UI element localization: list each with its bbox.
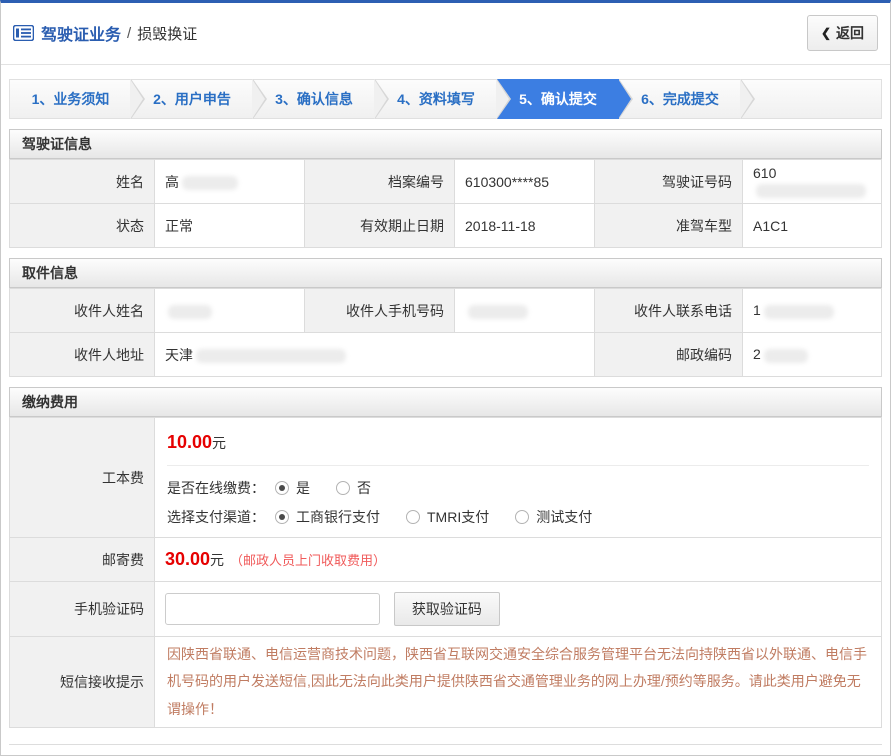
sms-code-cell: 获取验证码: [155, 582, 882, 637]
table-row: 邮寄费 30.00元 （邮政人员上门收取费用）: [10, 538, 882, 582]
production-fee-cell: 10.00元 是否在线缴费： 是 否: [155, 418, 882, 538]
sms-code-input[interactable]: [165, 593, 380, 625]
status-value: 正常: [155, 204, 305, 248]
get-sms-code-button[interactable]: 获取验证码: [394, 592, 500, 626]
footer: 上一步 完成: [9, 744, 882, 756]
header: 驾驶证业务 / 损毁换证 ❮ 返回: [1, 3, 890, 65]
recipient-name-label: 收件人姓名: [10, 289, 155, 333]
recipient-address-label: 收件人地址: [10, 333, 155, 377]
recipient-name-value: [155, 289, 305, 333]
postal-code-label: 邮政编码: [595, 333, 743, 377]
sms-notice-text: 因陕西省联通、电信运营商技术问题，陕西省互联网交通安全综合服务管理平台无法向持陕…: [165, 637, 871, 727]
fees-table: 工本费 10.00元 是否在线缴费： 是: [9, 417, 882, 728]
mail-fee-note: （邮政人员上门收取费用）: [230, 553, 386, 568]
mail-fee-amount: 30.00: [165, 549, 210, 569]
fees-section: 缴纳费用 工本费 10.00元 是否在线缴费： 是: [9, 387, 882, 728]
recipient-phone-value: 1: [743, 289, 882, 333]
radio-icon[interactable]: [515, 510, 529, 524]
breadcrumb-separator: /: [127, 25, 131, 42]
online-pay-no-label: 否: [357, 478, 371, 498]
redaction-blur: [756, 184, 866, 198]
sms-code-label: 手机验证码: [10, 582, 155, 637]
table-row: 状态 正常 有效期止日期 2018-11-18 准驾车型 A1C1: [10, 204, 882, 248]
recipient-address-value: 天津: [155, 333, 595, 377]
step-wizard: 1、业务须知 2、用户申告 3、确认信息 4、资料填写 5、确认提交 6、完成提…: [9, 79, 882, 119]
step-wizard-filler: [741, 79, 882, 119]
table-row: 姓名 高 档案编号 610300****85 驾驶证号码 610: [10, 160, 882, 204]
pickup-info-section: 取件信息 收件人姓名 收件人手机号码 收件人联系电话 1 收件人地址 天津 邮政…: [9, 258, 882, 377]
step-3-confirm-info: 3、确认信息: [253, 79, 375, 119]
recipient-phone-label: 收件人联系电话: [595, 289, 743, 333]
table-row: 收件人地址 天津 邮政编码 2: [10, 333, 882, 377]
channel-icbc-label: 工商银行支付: [296, 507, 380, 527]
mail-fee-cell: 30.00元 （邮政人员上门收取费用）: [155, 538, 882, 582]
name-label: 姓名: [10, 160, 155, 204]
page-title: 驾驶证业务: [41, 21, 121, 45]
step-2-declaration: 2、用户申告: [131, 79, 253, 119]
vehicle-class-value: A1C1: [743, 204, 882, 248]
step-4-fill-data: 4、资料填写: [375, 79, 497, 119]
table-row: 收件人姓名 收件人手机号码 收件人联系电话 1: [10, 289, 882, 333]
license-info-table: 姓名 高 档案编号 610300****85 驾驶证号码 610 状态 正常 有…: [9, 159, 882, 248]
redaction-blur: [764, 305, 834, 319]
pickup-info-table: 收件人姓名 收件人手机号码 收件人联系电话 1 收件人地址 天津 邮政编码 2: [9, 288, 882, 377]
radio-icon[interactable]: [406, 510, 420, 524]
back-button-label: 返回: [836, 23, 864, 43]
name-value: 高: [155, 160, 305, 204]
online-pay-yes-label: 是: [296, 478, 310, 498]
redaction-blur: [168, 305, 212, 319]
table-row: 短信接收提示 因陕西省联通、电信运营商技术问题，陕西省互联网交通安全综合服务管理…: [10, 637, 882, 728]
channel-icbc-option[interactable]: 工商银行支付: [275, 507, 380, 527]
redaction-blur: [764, 349, 808, 363]
radio-icon[interactable]: [336, 481, 350, 495]
breadcrumb-current: 损毁换证: [137, 23, 197, 44]
recipient-mobile-label: 收件人手机号码: [305, 289, 455, 333]
postal-code-value: 2: [743, 333, 882, 377]
redaction-blur: [182, 176, 238, 190]
license-info-section: 驾驶证信息 姓名 高 档案编号 610300****85 驾驶证号码 610 状…: [9, 129, 882, 248]
online-payment-question: 是否在线缴费：: [167, 478, 265, 498]
sms-notice-cell: 因陕西省联通、电信运营商技术问题，陕西省互联网交通安全综合服务管理平台无法向持陕…: [155, 637, 882, 728]
pickup-section-title: 取件信息: [9, 258, 882, 288]
redaction-blur: [468, 305, 528, 319]
vehicle-class-label: 准驾车型: [595, 204, 743, 248]
license-section-title: 驾驶证信息: [9, 129, 882, 159]
channel-test-option[interactable]: 测试支付: [515, 507, 592, 527]
step-1-notice: 1、业务须知: [9, 79, 131, 119]
payment-channel-question: 选择支付渠道：: [167, 507, 265, 527]
expiry-date-value: 2018-11-18: [455, 204, 595, 248]
online-pay-yes-option[interactable]: 是: [275, 478, 310, 498]
page: 驾驶证业务 / 损毁换证 ❮ 返回 1、业务须知 2、用户申告 3、确认信息 4…: [0, 0, 891, 756]
document-list-icon: [13, 25, 34, 41]
table-row: 工本费 10.00元 是否在线缴费： 是: [10, 418, 882, 538]
step-5-confirm-submit: 5、确认提交: [497, 79, 619, 119]
production-fee-unit: 元: [212, 435, 226, 451]
recipient-mobile-value: [455, 289, 595, 333]
license-number-value: 610: [743, 160, 882, 204]
channel-test-label: 测试支付: [536, 507, 592, 527]
mail-fee-unit: 元: [210, 552, 224, 568]
file-number-label: 档案编号: [305, 160, 455, 204]
back-button[interactable]: ❮ 返回: [807, 15, 878, 51]
chevron-left-icon: ❮: [821, 26, 831, 40]
radio-icon[interactable]: [275, 481, 289, 495]
fees-section-title: 缴纳费用: [9, 387, 882, 417]
online-payment-row: 是否在线缴费： 是 否: [167, 478, 869, 498]
production-fee-amount: 10.00: [167, 432, 212, 452]
sms-notice-label: 短信接收提示: [10, 637, 155, 728]
online-pay-no-option[interactable]: 否: [336, 478, 371, 498]
radio-icon[interactable]: [275, 510, 289, 524]
redaction-blur: [196, 349, 346, 363]
mail-fee-label: 邮寄费: [10, 538, 155, 582]
step-6-complete: 6、完成提交: [619, 79, 741, 119]
channel-tmri-option[interactable]: TMRI支付: [406, 507, 489, 527]
license-number-label: 驾驶证号码: [595, 160, 743, 204]
expiry-date-label: 有效期止日期: [305, 204, 455, 248]
production-fee-label: 工本费: [10, 418, 155, 538]
file-number-value: 610300****85: [455, 160, 595, 204]
channel-tmri-label: TMRI支付: [427, 507, 489, 527]
status-label: 状态: [10, 204, 155, 248]
payment-channel-row: 选择支付渠道： 工商银行支付 TMRI支付 测试支付: [167, 507, 869, 527]
table-row: 手机验证码 获取验证码: [10, 582, 882, 637]
